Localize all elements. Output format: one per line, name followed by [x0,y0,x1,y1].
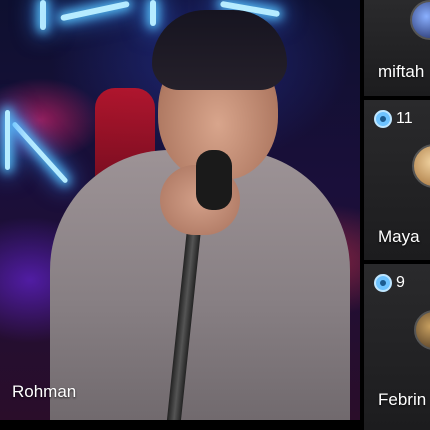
neon-light [40,0,46,30]
guest-seat-column: miftah 11 Maya 9 Febrin [364,0,430,430]
coin-icon [374,274,392,292]
guest-seat-1[interactable]: miftah [364,0,430,96]
avatar [412,144,430,188]
coin-count: 11 [396,110,413,127]
host-name-label: Rohman [12,382,77,401]
microphone [196,150,232,210]
coin-count: 9 [396,274,405,291]
live-room: Rohman miftah 11 Maya 9 Febrin [0,0,430,430]
guest-seat-3[interactable]: 9 Febrin [364,264,430,430]
neon-light [150,0,156,26]
guest-coin-count: 9 [374,274,405,292]
guest-seat-2[interactable]: 11 Maya [364,100,430,260]
guest-name-label: Febrin [378,390,427,409]
avatar [414,310,430,350]
coin-icon [374,110,392,128]
neon-light [60,0,130,22]
neon-light [11,121,69,184]
guest-name-label: Maya [378,227,420,246]
guest-name-label: miftah [378,62,425,81]
guest-coin-count: 11 [374,110,413,128]
host-video-tile[interactable]: Rohman [0,0,360,420]
neon-light [5,110,10,170]
host-hair [152,10,287,90]
avatar [410,0,430,40]
